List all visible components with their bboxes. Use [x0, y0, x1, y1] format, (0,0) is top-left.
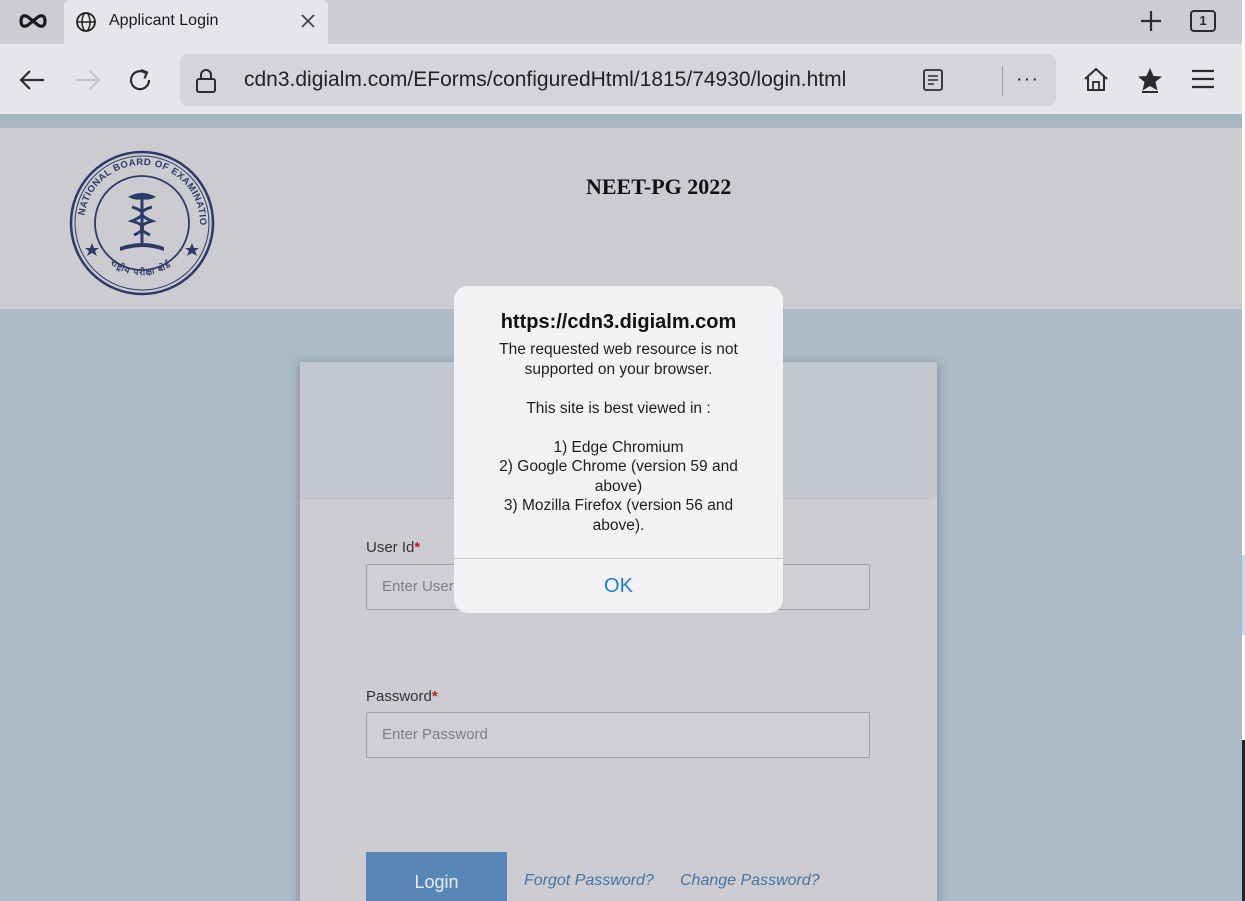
navigation-bar: cdn3.digialm.com/EForms/configuredHtml/1… — [0, 44, 1245, 114]
tab-count-button[interactable]: 1 — [1190, 10, 1216, 32]
required-asterisk: * — [431, 688, 438, 705]
page-header: NATIONAL BOARD OF EXAMINATIONS IN MEDICA… — [0, 128, 1242, 309]
lock-icon[interactable] — [194, 68, 218, 99]
hamburger-menu-icon[interactable] — [1190, 68, 1216, 95]
url-text[interactable]: cdn3.digialm.com/EForms/configuredHtml/1… — [244, 68, 846, 92]
url-bar[interactable]: cdn3.digialm.com/EForms/configuredHtml/1… — [180, 54, 1056, 106]
emblem-text: NATIONAL BOARD OF EXAMINATIONS IN MEDICA… — [64, 141, 208, 226]
tab-applicant-login[interactable]: Applicant Login — [64, 0, 328, 44]
page-top-strip — [0, 114, 1242, 128]
new-tab-button[interactable] — [1138, 8, 1164, 34]
more-options-button[interactable]: ··· — [1016, 68, 1046, 92]
dialog-title: https://cdn3.digialm.com — [500, 311, 737, 333]
reload-button[interactable] — [126, 66, 154, 94]
dialog-ok-button[interactable]: OK — [454, 559, 783, 613]
password-input[interactable]: Enter Password — [366, 712, 870, 758]
required-asterisk: * — [414, 539, 421, 556]
tab-bar: Applicant Login 1 — [0, 0, 1245, 44]
svg-text:NATIONAL BOARD OF EXAMINATIONS: NATIONAL BOARD OF EXAMINATIONS IN MEDICA… — [68, 149, 208, 226]
svg-text:राष्ट्रीय परीक्षा बोर्ड: राष्ट्रीय परीक्षा बोर्ड — [108, 257, 173, 277]
home-button[interactable] — [1082, 66, 1110, 97]
globe-icon — [75, 11, 97, 38]
back-button[interactable] — [18, 66, 46, 94]
nbems-emblem-logo: NATIONAL BOARD OF EXAMINATIONS IN MEDICA… — [64, 141, 216, 297]
bookmarks-star-icon[interactable] — [1136, 66, 1164, 99]
tab-title: Applicant Login — [109, 12, 219, 29]
forgot-password-link[interactable]: Forgot Password? — [524, 872, 654, 890]
private-browsing-icon — [19, 10, 47, 32]
forward-button[interactable] — [74, 66, 102, 94]
reader-view-icon[interactable] — [922, 68, 944, 97]
exam-title: NEET-PG 2022 — [586, 174, 732, 199]
user-id-label: User Id* — [366, 539, 421, 556]
dialog-message: The requested web resource is not suppor… — [499, 341, 738, 534]
browser-alert-dialog: https://cdn3.digialm.com The requested w… — [454, 286, 783, 613]
change-password-link[interactable]: Change Password? — [680, 872, 820, 890]
password-label: Password* — [366, 688, 438, 705]
url-bar-separator — [1002, 66, 1003, 96]
login-button[interactable]: Login — [366, 852, 507, 901]
close-tab-icon[interactable] — [300, 13, 316, 34]
